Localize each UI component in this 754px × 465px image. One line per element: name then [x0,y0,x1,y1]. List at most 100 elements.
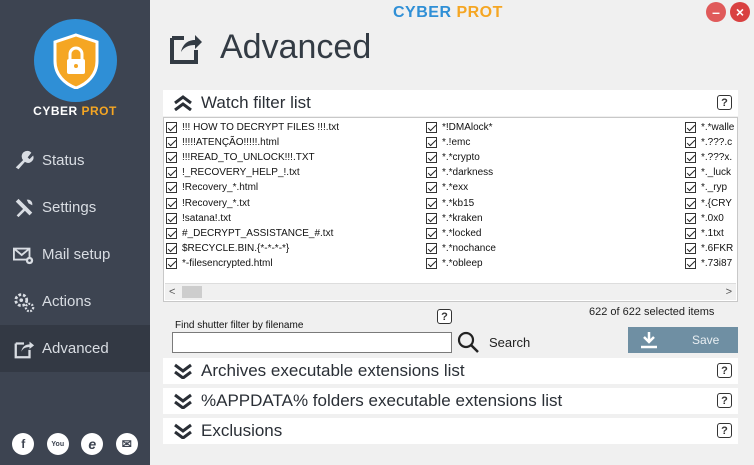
filter-item[interactable]: *.0x0 [685,211,739,226]
filter-item[interactable]: *.{CRY [685,195,739,210]
filter-checkbox[interactable] [685,182,696,194]
save-button-label: Save [692,333,720,347]
filter-item[interactable]: *.1txt [685,226,739,241]
filter-checkbox[interactable] [166,197,177,209]
search-icon[interactable] [456,330,480,354]
filter-item[interactable]: $RECYCLE.BIN.{*-*-*-*} [166,241,339,256]
filter-item[interactable]: *.!emc [426,135,496,150]
filter-item[interactable]: !Recovery_*.txt [166,195,339,210]
filter-checkbox[interactable] [426,182,437,194]
filter-checkbox[interactable] [685,137,696,149]
sidebar-item-settings[interactable]: Settings [0,184,150,231]
filter-checkbox[interactable] [685,257,696,269]
web-icon[interactable]: e [81,433,104,455]
filter-item[interactable]: !!!READ_TO_UNLOCK!!!.TXT [166,150,339,165]
watch-filter-section-header[interactable]: Watch filter list ? [163,90,738,116]
filter-item[interactable]: *._luck [685,165,739,180]
filter-checkbox[interactable] [426,212,437,224]
filter-checkbox[interactable] [685,212,696,224]
help-icon[interactable]: ? [437,309,452,324]
brand-name: CYBER PROT [0,104,150,118]
save-button[interactable]: Save [628,327,738,353]
filter-item[interactable]: *.*darkness [426,165,496,180]
filter-item[interactable]: *!DMAlock* [426,120,496,135]
filter-label: *.*locked [442,227,482,239]
filter-checkbox[interactable] [426,197,437,209]
appdata-section-header[interactable]: %APPDATA% folders executable extensions … [163,388,738,414]
filter-item[interactable]: !Recovery_*.html [166,180,339,195]
filter-label: *.6FKR [701,242,734,254]
minimize-button[interactable]: – [706,2,726,22]
chevron-down-icon [174,363,192,379]
filter-item[interactable]: *.*kraken [426,211,496,226]
filter-checkbox[interactable] [426,152,437,164]
filter-label: *!DMAlock* [442,122,493,134]
filter-item[interactable]: *.73i87 [685,256,739,271]
filter-checkbox[interactable] [426,167,437,179]
help-icon[interactable]: ? [717,95,732,110]
filter-label: !satana!.txt [182,212,231,224]
filter-checkbox[interactable] [685,167,696,179]
sidebar-item-status[interactable]: Status [0,137,150,184]
filter-checkbox[interactable] [166,182,177,194]
sidebar-item-mail-setup[interactable]: Mail setup [0,231,150,278]
filter-item[interactable]: *.*kb15 [426,195,496,210]
filter-item[interactable]: *-filesencrypted.html [166,256,339,271]
filter-item[interactable]: *.*exx [426,180,496,195]
sidebar-item-actions[interactable]: Actions [0,278,150,325]
filter-checkbox[interactable] [685,227,696,239]
filter-checkbox[interactable] [426,137,437,149]
mail-icon[interactable]: ✉ [115,433,138,455]
filter-checkbox[interactable] [685,242,696,254]
search-button[interactable]: Search [489,335,530,350]
scrollbar-thumb[interactable] [182,286,202,298]
filter-item[interactable]: *.*walle [685,120,739,135]
help-icon[interactable]: ? [717,423,732,438]
filter-checkbox[interactable] [166,167,177,179]
filter-checkbox[interactable] [685,152,696,164]
filter-checkbox[interactable] [166,152,177,164]
filter-item[interactable]: *.*crypto [426,150,496,165]
exclusions-section-header[interactable]: Exclusions ? [163,418,738,444]
find-filter-label: Find shutter filter by filename [175,320,304,331]
filter-label: !!!!!ATENÇÃO!!!!!.html [182,137,280,149]
filter-checkbox[interactable] [685,197,696,209]
sidebar: CYBER PROT Status Settings Mail setup Ac… [0,0,150,465]
filter-checkbox[interactable] [426,242,437,254]
help-icon[interactable]: ? [717,393,732,408]
filter-checkbox[interactable] [166,212,177,224]
filter-item[interactable]: *.*nochance [426,241,496,256]
filter-checkbox[interactable] [426,227,437,239]
filter-item[interactable]: *.???.c [685,135,739,150]
filter-checkbox[interactable] [166,137,177,149]
filter-item[interactable]: !_RECOVERY_HELP_!.txt [166,165,339,180]
filter-checkbox[interactable] [166,227,177,239]
filter-item[interactable]: *.???x. [685,150,739,165]
youtube-icon[interactable]: You [46,433,69,455]
filter-item[interactable]: *.*locked [426,226,496,241]
filter-item[interactable]: *.*obleep [426,256,496,271]
filter-checkbox[interactable] [166,122,177,134]
find-filter-input[interactable] [172,332,452,353]
download-icon [641,332,657,349]
help-icon[interactable]: ? [717,363,732,378]
sidebar-item-advanced[interactable]: Advanced [0,325,150,372]
filter-checkbox[interactable] [426,122,437,134]
horizontal-scrollbar[interactable]: < > [165,283,736,300]
filter-item[interactable]: !!! HOW TO DECRYPT FILES !!!.txt [166,120,339,135]
filter-item[interactable]: *.6FKR [685,241,739,256]
archives-section-header[interactable]: Archives executable extensions list ? [163,358,738,384]
filter-checkbox[interactable] [685,122,696,134]
facebook-icon[interactable]: f [12,433,35,455]
filter-item[interactable]: #_DECRYPT_ASSISTANCE_#.txt [166,226,339,241]
filter-checkbox[interactable] [166,257,177,269]
filter-item[interactable]: *._ryp [685,180,739,195]
filter-item[interactable]: !!!!!ATENÇÃO!!!!!.html [166,135,339,150]
filter-checkbox[interactable] [426,257,437,269]
scroll-right-icon[interactable]: > [726,286,732,298]
scroll-left-icon[interactable]: < [169,286,175,298]
chevron-up-icon [174,95,192,111]
filter-item[interactable]: !satana!.txt [166,211,339,226]
filter-checkbox[interactable] [166,242,177,254]
close-button[interactable]: × [730,2,750,22]
